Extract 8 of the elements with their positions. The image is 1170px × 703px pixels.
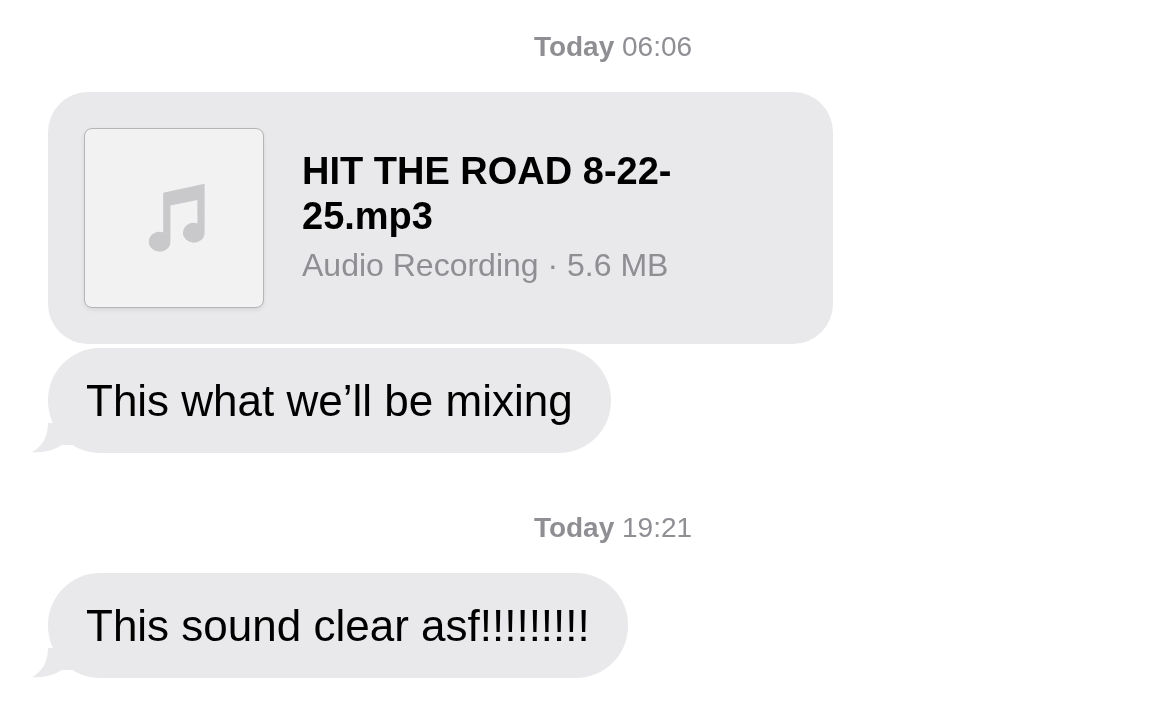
file-attachment-bubble[interactable]: HIT THE ROAD 8-22-25.mp3 Audio Recording · 5.6 MB [48, 92, 833, 344]
message-text: This what we’ll be mixing [86, 374, 573, 427]
message-timestamp: Today 19:21 [533, 511, 693, 545]
message-timestamp: Today 06:06 [533, 30, 693, 64]
message-text: This sound clear asf!!!!!!!!! [86, 599, 590, 652]
file-details: Audio Recording · 5.6 MB [302, 246, 670, 285]
file-name: HIT THE ROAD 8-22-25.mp3 [302, 149, 673, 239]
music-note-icon [84, 128, 264, 308]
